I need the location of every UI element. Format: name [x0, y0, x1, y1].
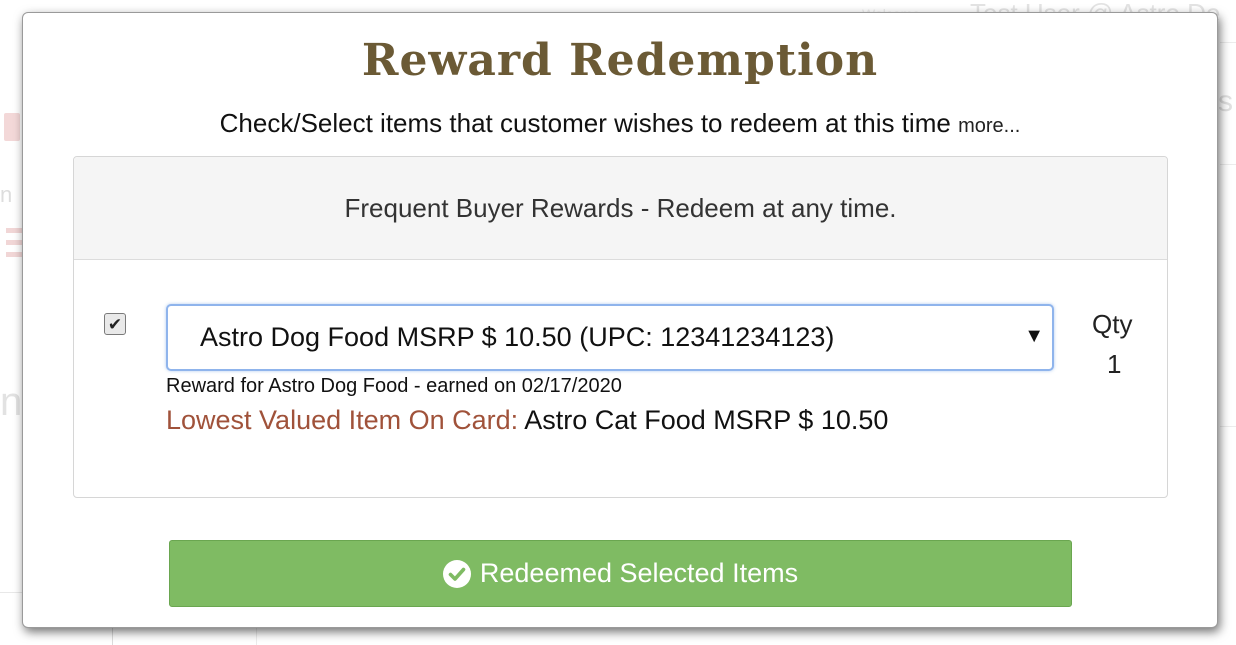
lowest-valued-value: Astro Cat Food MSRP $ 10.50	[524, 405, 889, 435]
qty-label: Qty	[1092, 309, 1133, 339]
bg-divider	[1220, 164, 1236, 165]
redeem-button-label: Redeemed Selected Items	[479, 558, 799, 588]
bg-text-fragment-large: n	[0, 380, 23, 424]
bg-divider	[1220, 42, 1236, 43]
bg-divider	[112, 628, 113, 645]
modal-subtitle: Check/Select items that customer wishes …	[23, 108, 1217, 139]
checkmark-icon: ✔	[107, 314, 123, 334]
select-value: Astro Dog Food MSRP $ 10.50 (UPC: 123412…	[200, 322, 835, 352]
document-icon	[4, 113, 20, 141]
qty-value: 1	[1107, 349, 1122, 379]
redeem-selected-items-button[interactable]: Redeemed Selected Items	[169, 540, 1072, 607]
menu-icon	[6, 228, 22, 264]
check-circle-icon	[442, 559, 471, 588]
reward-earned-note: Reward for Astro Dog Food - earned on 02…	[166, 375, 622, 397]
reward-item-checkbox[interactable]: ✔	[104, 313, 126, 335]
modal-title: Reward Redemption	[361, 35, 879, 86]
reward-item-select[interactable]: Astro Dog Food MSRP $ 10.50 (UPC: 123412…	[166, 304, 1054, 371]
dropdown-arrow-icon: ▼	[1024, 325, 1044, 347]
bg-text-fragment: n	[0, 182, 13, 207]
reward-redemption-modal: Reward Redemption Check/Select items tha…	[22, 12, 1218, 628]
bg-divider	[0, 592, 22, 593]
subtitle-text: Check/Select items that customer wishes …	[219, 108, 951, 138]
bg-text-fragment-right: s	[1218, 85, 1233, 118]
lowest-valued-item: Lowest Valued Item On Card: Astro Cat Fo…	[166, 405, 888, 436]
more-link[interactable]: more...	[958, 115, 1020, 137]
lowest-valued-label: Lowest Valued Item On Card:	[166, 405, 519, 435]
bg-divider	[256, 628, 257, 645]
frequent-buyer-panel: Frequent Buyer Rewards - Redeem at any t…	[73, 156, 1168, 498]
bg-divider	[1220, 426, 1236, 427]
panel-heading: Frequent Buyer Rewards - Redeem at any t…	[74, 157, 1167, 260]
